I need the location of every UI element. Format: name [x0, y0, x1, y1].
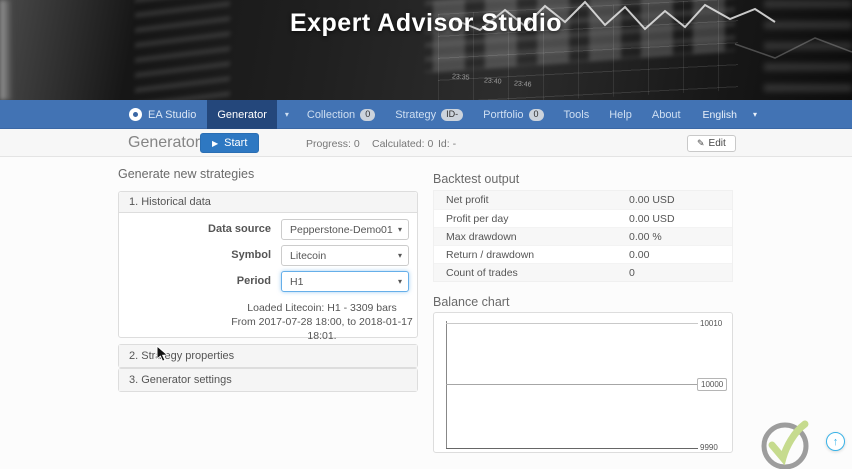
language-selector[interactable]: English ▾	[703, 100, 757, 129]
main-navbar: EA Studio Generator ▾ Collection 0 Strat…	[0, 100, 852, 129]
hero-header: 23:35 23:40 23:46 Expert Advisor Studio	[0, 0, 852, 100]
period-value: H1	[290, 276, 303, 288]
loaded-data-status: Loaded Litecoin: H1 - 3309 bars From 201…	[227, 301, 417, 344]
generator-settings-panel: 3. Generator settings	[118, 368, 418, 392]
historical-data-panel: 1. Historical data Data source Peppersto…	[118, 191, 418, 338]
nav-item-portfolio[interactable]: Portfolio 0	[473, 100, 553, 129]
pencil-icon: ✎	[697, 138, 705, 149]
generator-dropdown-toggle[interactable]: ▾	[277, 100, 297, 129]
nav-item-strategy[interactable]: Strategy ID-	[385, 100, 473, 129]
scroll-to-top-button[interactable]: ↑	[826, 432, 845, 451]
app-title: Expert Advisor Studio	[0, 9, 852, 38]
chevron-down-icon: ▾	[753, 110, 757, 119]
strategy-properties-panel-header[interactable]: 2. Strategy properties	[119, 345, 417, 367]
backtest-output-heading: Backtest output	[433, 172, 519, 186]
chart-gridline-bottom	[446, 448, 698, 449]
ea-studio-icon	[129, 108, 142, 121]
edit-button[interactable]: ✎ Edit	[687, 135, 736, 152]
language-label: English	[703, 109, 737, 121]
data-source-label: Data source	[119, 223, 271, 235]
generator-toolbar: Generator ▶ Start Progress: 0 Calculated…	[0, 129, 852, 157]
balance-chart: 10010 10000 9990	[433, 312, 733, 453]
play-icon: ▶	[212, 139, 218, 148]
data-source-select[interactable]: Pepperstone-Demo01 ▾	[281, 219, 409, 240]
start-button[interactable]: ▶ Start	[200, 133, 259, 153]
y-tick-label: 9990	[700, 443, 718, 452]
y-tick-label: 10010	[700, 319, 722, 328]
symbol-select[interactable]: Litecoin ▾	[281, 245, 409, 266]
generate-strategies-heading: Generate new strategies	[118, 167, 254, 181]
table-row: Return / drawdown 0.00	[434, 245, 732, 263]
calculated-status: Calculated: 0	[372, 138, 433, 150]
nav-item-tools[interactable]: Tools	[554, 100, 600, 129]
page-title: Generator	[128, 134, 200, 152]
chart-y-axis	[446, 321, 447, 449]
y-tick-label-boxed: 10000	[697, 378, 727, 391]
chevron-down-icon: ▾	[398, 277, 402, 286]
table-row: Count of trades 0	[434, 263, 732, 281]
nav-item-about[interactable]: About	[642, 100, 691, 129]
chevron-down-icon: ▾	[285, 110, 289, 119]
symbol-label: Symbol	[119, 249, 271, 261]
progress-status: Progress: 0	[306, 138, 360, 150]
nav-item-help[interactable]: Help	[599, 100, 642, 129]
balance-chart-heading: Balance chart	[433, 295, 509, 309]
nav-item-generator[interactable]: Generator	[207, 100, 277, 129]
strategy-properties-panel: 2. Strategy properties	[118, 344, 418, 368]
hero-time-label: 23:46	[514, 80, 532, 88]
collection-count-badge: 0	[360, 109, 375, 121]
backtest-output-table: Net profit 0.00 USD Profit per day 0.00 …	[433, 190, 733, 282]
brand-ea-studio[interactable]: EA Studio	[118, 100, 207, 129]
strategy-id-badge: ID-	[441, 109, 463, 121]
chevron-down-icon: ▾	[398, 251, 402, 260]
chart-gridline-top	[446, 323, 698, 324]
symbol-value: Litecoin	[290, 250, 326, 262]
data-source-value: Pepperstone-Demo01	[290, 224, 393, 236]
brand-label: EA Studio	[148, 109, 196, 121]
table-row: Profit per day 0.00 USD	[434, 209, 732, 227]
period-label: Period	[119, 275, 271, 287]
hero-time-label: 23:40	[484, 77, 502, 85]
generator-settings-panel-header[interactable]: 3. Generator settings	[119, 369, 417, 391]
hero-time-label: 23:35	[452, 73, 470, 81]
period-select[interactable]: H1 ▾	[281, 271, 409, 292]
table-row: Net profit 0.00 USD	[434, 191, 732, 209]
chart-baseline	[446, 384, 698, 385]
arrow-up-icon: ↑	[833, 436, 839, 448]
table-row: Max drawdown 0.00 %	[434, 227, 732, 245]
historical-data-panel-header[interactable]: 1. Historical data	[119, 192, 417, 213]
id-status: Id: -	[438, 138, 456, 150]
nav-item-collection[interactable]: Collection 0	[297, 100, 385, 129]
portfolio-count-badge: 0	[529, 109, 544, 121]
chevron-down-icon: ▾	[398, 225, 402, 234]
